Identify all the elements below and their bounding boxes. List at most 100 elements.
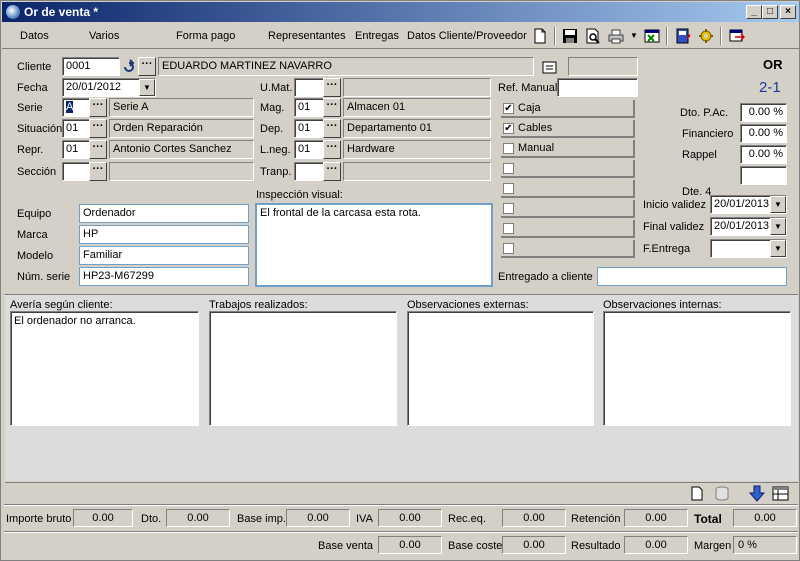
checkbox[interactable] (503, 203, 514, 214)
checklist-row[interactable]: ✔ Caja (501, 100, 635, 118)
serie-code: A (66, 101, 74, 113)
printer-dropdown-icon[interactable]: ▼ (630, 31, 638, 40)
total-value: 0.00 (733, 509, 797, 527)
cliente-code-input[interactable]: 0001 (62, 57, 120, 76)
serie-lookup-button[interactable]: ··· (89, 98, 107, 117)
checkbox[interactable] (503, 183, 514, 194)
move-down-icon[interactable] (748, 485, 766, 502)
serie-label: Serie (17, 102, 43, 114)
total-label: Total (694, 512, 722, 526)
checkbox[interactable] (503, 163, 514, 174)
checklist-row[interactable] (501, 240, 635, 258)
seccion-name-field (109, 162, 254, 181)
exit-icon[interactable] (729, 28, 745, 44)
refresh-icon[interactable] (120, 57, 138, 76)
mag-code-input[interactable]: 01 (294, 98, 324, 117)
equipo-input[interactable]: Ordenador (79, 204, 249, 223)
dep-code-input[interactable]: 01 (294, 119, 324, 138)
ref-manual-input[interactable] (557, 78, 638, 97)
situacion-code-input[interactable]: 01 (62, 119, 90, 138)
f-entrega-dropdown[interactable]: ▼ (770, 240, 786, 257)
tranp-name-field (343, 162, 491, 181)
checkbox[interactable]: ✔ (503, 123, 514, 134)
rappel-input[interactable]: 0.00 % (740, 145, 787, 164)
marca-input[interactable]: HP (79, 225, 249, 244)
checkbox[interactable] (503, 243, 514, 254)
printer-icon[interactable] (608, 28, 624, 44)
checklist-row[interactable] (501, 160, 635, 178)
dep-lookup-button[interactable]: ··· (323, 119, 341, 138)
cliente-label: Cliente (17, 61, 52, 73)
final-validez-dropdown[interactable]: ▼ (770, 218, 786, 235)
fecha-dropdown-button[interactable]: ▼ (139, 79, 155, 96)
maximize-button[interactable]: □ (762, 5, 778, 19)
trabajos-label: Trabajos realizados: (209, 299, 308, 311)
retencion-label: Retención (571, 513, 621, 525)
seccion-lookup-button[interactable]: ··· (89, 162, 107, 181)
cliente-lookup-button[interactable]: ··· (138, 57, 156, 76)
lneg-code-input[interactable]: 01 (294, 140, 324, 159)
menu-datos-cliente[interactable]: Datos Cliente/Proveedor (407, 30, 527, 42)
tranp-code-input[interactable] (294, 162, 324, 181)
checklist-row[interactable]: Manual (501, 140, 635, 158)
menu-forma-pago[interactable]: Forma pago (176, 30, 235, 42)
notes-icon[interactable] (542, 60, 558, 74)
seccion-code-input[interactable] (62, 162, 90, 181)
dto-pac-input[interactable]: 0.00 % (740, 103, 787, 122)
umat-lookup-button[interactable]: ··· (323, 78, 341, 97)
dto-total-value: 0.00 (166, 509, 230, 527)
menu-representantes[interactable]: Representantes (268, 30, 346, 42)
modelo-input[interactable]: Familiar (79, 246, 249, 265)
final-validez-label: Final validez (643, 221, 705, 233)
checklist-row[interactable] (501, 180, 635, 198)
obs-internas-textarea[interactable] (603, 311, 791, 426)
trabajos-textarea[interactable] (209, 311, 397, 426)
financiero-input[interactable]: 0.00 % (740, 124, 787, 143)
new-line-icon[interactable] (690, 486, 704, 501)
checkbox[interactable] (503, 143, 514, 154)
rec-eq-label: Rec.eq. (448, 513, 486, 525)
close-button[interactable]: × (780, 5, 796, 19)
obs-externas-textarea[interactable] (407, 311, 594, 426)
menu-entregas[interactable]: Entregas (355, 30, 399, 42)
repr-code-input[interactable]: 01 (62, 140, 90, 159)
menu-varios[interactable]: Varios (89, 30, 119, 42)
inspeccion-label: Inspección visual: (256, 189, 343, 201)
excel-export-icon[interactable] (644, 28, 660, 44)
database-icon[interactable] (714, 486, 730, 501)
grid-view-icon[interactable] (772, 486, 789, 501)
checklist-row[interactable] (501, 220, 635, 238)
notebook-icon[interactable] (675, 28, 691, 44)
totals-divider (4, 504, 798, 506)
mag-label: Mag. (260, 102, 285, 114)
extra-discount-input[interactable] (740, 166, 787, 185)
lneg-lookup-button[interactable]: ··· (323, 140, 341, 159)
importe-bruto-value: 0.00 (73, 509, 133, 527)
save-icon[interactable] (562, 28, 578, 44)
title-bar[interactable]: Or de venta * _ □ × (2, 2, 799, 22)
equipo-label: Equipo (17, 208, 52, 220)
tranp-lookup-button[interactable]: ··· (323, 162, 341, 181)
averia-textarea[interactable]: El ordenador no arranca. (10, 311, 199, 426)
serie-code-input[interactable]: A (62, 98, 90, 117)
situacion-lookup-button[interactable]: ··· (89, 119, 107, 138)
settings-gear-icon[interactable] (698, 28, 714, 44)
mag-lookup-button[interactable]: ··· (323, 98, 341, 117)
minimize-button[interactable]: _ (746, 5, 762, 19)
resultado-value: 0.00 (624, 536, 688, 554)
inicio-validez-dropdown[interactable]: ▼ (770, 196, 786, 213)
checklist-row[interactable]: ✔ Cables (501, 120, 635, 138)
checkbox[interactable]: ✔ (503, 103, 514, 114)
new-document-icon[interactable] (532, 28, 548, 44)
print-preview-icon[interactable] (585, 28, 601, 44)
repr-lookup-button[interactable]: ··· (89, 140, 107, 159)
umat-code-input[interactable] (294, 78, 324, 97)
num-serie-input[interactable]: HP23-M67299 (79, 267, 249, 286)
checklist-row[interactable] (501, 200, 635, 218)
cliente-name-field: EDUARDO MARTINEZ NAVARRO (158, 57, 534, 76)
menu-datos[interactable]: Datos (20, 30, 49, 42)
entregado-input[interactable] (597, 267, 787, 286)
inspeccion-textarea[interactable]: El frontal de la carcasa esta rota. (255, 203, 493, 287)
doc-number: 2-1 (759, 79, 781, 96)
checkbox[interactable] (503, 223, 514, 234)
